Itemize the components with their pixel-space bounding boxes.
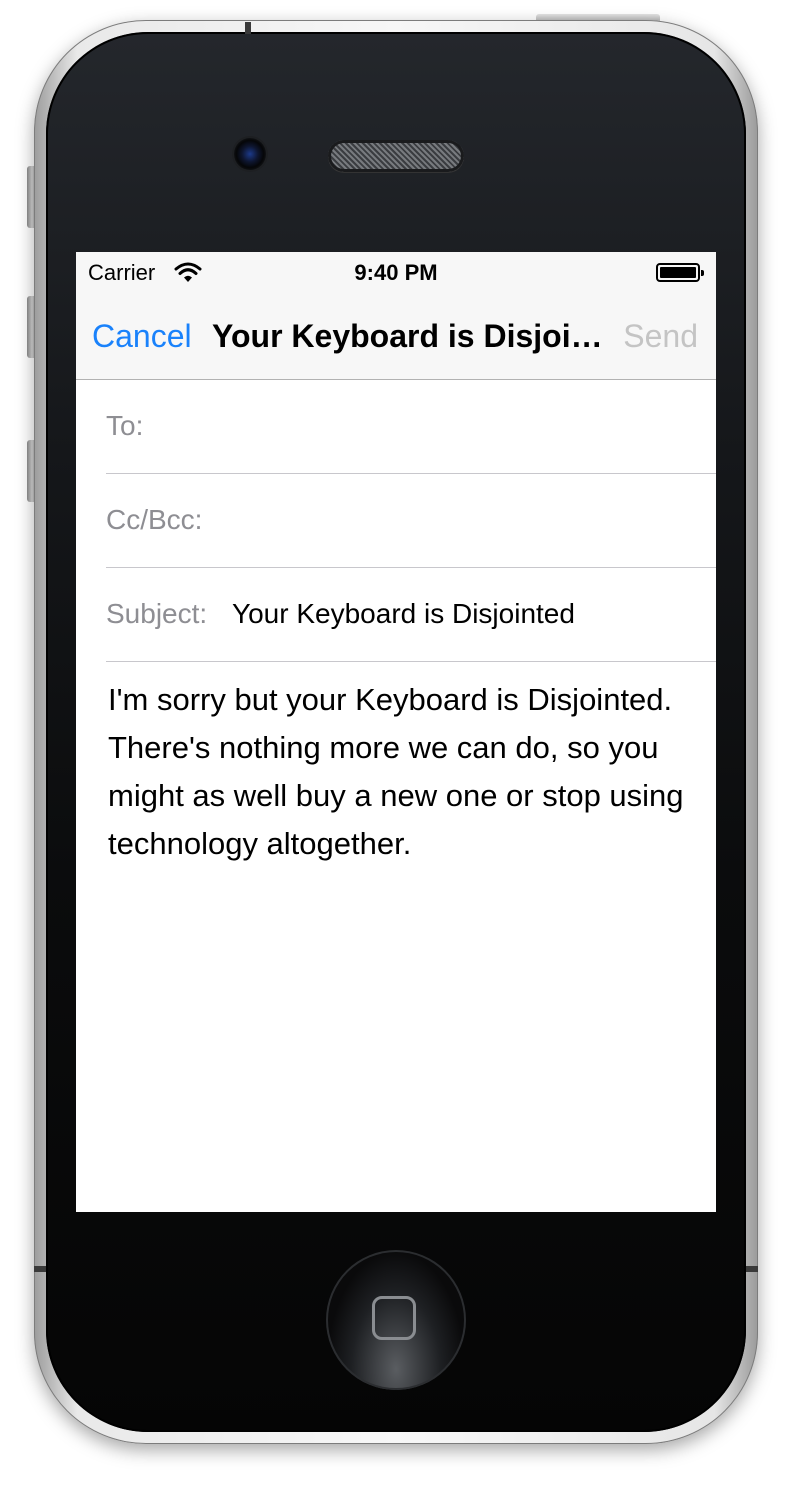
front-camera <box>234 138 266 170</box>
cc-bcc-field[interactable]: Cc/Bcc: <box>106 474 716 568</box>
battery-icon <box>656 263 704 282</box>
screen: Carrier 9:40 PM Cancel Your Keyboard is … <box>76 252 716 1212</box>
to-label: To: <box>106 410 144 441</box>
compose-title: Your Keyboard is Disjointed <box>212 318 606 354</box>
message-body[interactable]: I'm sorry but your Keyboard is Disjointe… <box>108 676 688 868</box>
to-input[interactable] <box>156 402 700 450</box>
cc-bcc-label: Cc/Bcc: <box>106 504 203 535</box>
cc-bcc-input[interactable] <box>224 496 708 544</box>
cancel-button[interactable]: Cancel <box>92 318 192 355</box>
home-square-icon <box>372 1296 416 1340</box>
status-bar: Carrier 9:40 PM <box>76 252 716 294</box>
antenna-band <box>34 1266 46 1272</box>
antenna-band <box>245 22 251 34</box>
earpiece-speaker <box>328 140 464 172</box>
to-field[interactable]: To: <box>106 380 716 474</box>
subject-value[interactable]: Your Keyboard is Disjointed <box>232 598 575 630</box>
subject-label: Subject: <box>106 598 208 629</box>
antenna-band <box>746 1266 758 1272</box>
home-button[interactable] <box>326 1250 466 1390</box>
send-button[interactable]: Send <box>623 318 698 355</box>
subject-field[interactable]: Subject: Your Keyboard is Disjointed <box>106 568 716 662</box>
status-time: 9:40 PM <box>354 260 438 285</box>
compose-nav-bar: Cancel Your Keyboard is Disjointed Send <box>76 294 716 380</box>
